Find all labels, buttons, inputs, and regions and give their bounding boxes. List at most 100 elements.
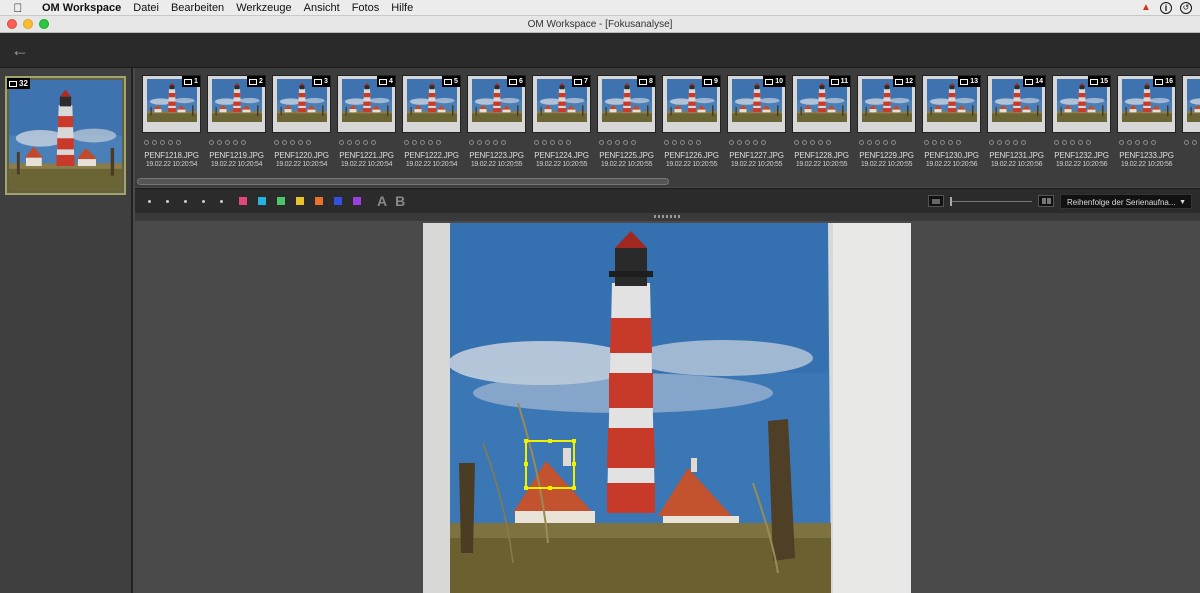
color-label-swatch-1[interactable] bbox=[239, 197, 247, 205]
menu-app[interactable]: OM Workspace bbox=[36, 0, 127, 16]
rating-circle[interactable] bbox=[599, 140, 604, 145]
rating-circle[interactable] bbox=[891, 140, 896, 145]
rating-circle[interactable] bbox=[1078, 140, 1083, 145]
rating-circle[interactable] bbox=[1184, 140, 1189, 145]
rating-circle[interactable] bbox=[355, 140, 360, 145]
frame-thumbnail[interactable]: 10 bbox=[727, 75, 786, 133]
filmstrip-frame[interactable]: 12 PENF1229.JPG 19.02.22 10:20:55 bbox=[857, 75, 916, 168]
frame-thumbnail[interactable]: 6 bbox=[467, 75, 526, 133]
rating-circle[interactable] bbox=[363, 140, 368, 145]
rating-circle[interactable] bbox=[558, 140, 563, 145]
rating-circle[interactable] bbox=[144, 140, 149, 145]
rating-dot-1[interactable] bbox=[148, 199, 151, 203]
rating-circle[interactable] bbox=[225, 140, 230, 145]
rating-circle[interactable] bbox=[306, 140, 311, 145]
filmstrip-frame[interactable]: 9 PENF1226.JPG 19.02.22 10:20:55 bbox=[662, 75, 721, 168]
thumbnail-size-slider[interactable] bbox=[950, 196, 1032, 206]
frame-thumbnail[interactable]: 8 bbox=[597, 75, 656, 133]
focus-point-frame[interactable] bbox=[524, 439, 576, 490]
color-label-swatch-5[interactable] bbox=[315, 197, 323, 205]
rating-circle[interactable] bbox=[1005, 140, 1010, 145]
frame-thumbnail[interactable]: 14 bbox=[987, 75, 1046, 133]
menu-ansicht[interactable]: Ansicht bbox=[298, 0, 346, 16]
frame-thumbnail[interactable]: 5 bbox=[402, 75, 461, 133]
rating-circle[interactable] bbox=[1070, 140, 1075, 145]
menu-hilfe[interactable]: Hilfe bbox=[385, 0, 419, 16]
frame-thumbnail[interactable]: 9 bbox=[662, 75, 721, 133]
rating-circle[interactable] bbox=[1192, 140, 1197, 145]
filmstrip-frame[interactable]: 3 PENF1220.JPG 19.02.22 10:20:54 bbox=[272, 75, 331, 168]
rating-circle[interactable] bbox=[672, 140, 677, 145]
rating-circle[interactable] bbox=[859, 140, 864, 145]
rating-circle[interactable] bbox=[615, 140, 620, 145]
rating-dot-3[interactable] bbox=[184, 199, 187, 203]
rating-dot-5[interactable] bbox=[220, 199, 223, 203]
rating-circle[interactable] bbox=[274, 140, 279, 145]
rating-circle[interactable] bbox=[542, 140, 547, 145]
panel-splitter[interactable] bbox=[135, 213, 1200, 221]
color-label-swatch-4[interactable] bbox=[296, 197, 304, 205]
frame-thumbnail[interactable]: 3 bbox=[272, 75, 331, 133]
rating-circle[interactable] bbox=[631, 140, 636, 145]
single-view-icon[interactable] bbox=[928, 195, 944, 207]
frame-thumbnail[interactable]: 7 bbox=[532, 75, 591, 133]
rating-circle[interactable] bbox=[1013, 140, 1018, 145]
close-window-button[interactable] bbox=[7, 19, 17, 29]
apple-icon[interactable]:  bbox=[0, 1, 36, 15]
filmstrip-frame[interactable]: 6 PENF1223.JPG 19.02.22 10:20:55 bbox=[467, 75, 526, 168]
slider-knob[interactable] bbox=[950, 196, 952, 206]
rating-circle[interactable] bbox=[956, 140, 961, 145]
rating-circle[interactable] bbox=[753, 140, 758, 145]
rating-circle[interactable] bbox=[761, 140, 766, 145]
filmstrip-frame[interactable]: 8 PENF1225.JPG 19.02.22 10:20:55 bbox=[597, 75, 656, 168]
filmstrip-frame[interactable]: 16 PENF1233.JPG 19.02.22 10:20:56 bbox=[1117, 75, 1176, 168]
sort-order-dropdown[interactable]: Reihenfolge der Serienaufna... ▼ bbox=[1060, 193, 1192, 209]
info-icon[interactable]: i bbox=[1160, 1, 1172, 14]
frame-thumbnail[interactable]: 1 bbox=[142, 75, 201, 133]
rating-circle[interactable] bbox=[339, 140, 344, 145]
filmstrip-frame[interactable]: PENF19.0 bbox=[1182, 75, 1200, 168]
rating-circle[interactable] bbox=[802, 140, 807, 145]
filmstrip-frame[interactable]: 11 PENF1228.JPG 19.02.22 10:20:55 bbox=[792, 75, 851, 168]
rating-circle[interactable] bbox=[160, 140, 165, 145]
frame-thumbnail[interactable]: 2 bbox=[207, 75, 266, 133]
filmstrip-frame[interactable]: 5 PENF1222.JPG 19.02.22 10:20:54 bbox=[402, 75, 461, 168]
time-machine-icon[interactable]: ↺ bbox=[1180, 1, 1192, 14]
rating-circle[interactable] bbox=[948, 140, 953, 145]
rating-circle[interactable] bbox=[534, 140, 539, 145]
rating-circle[interactable] bbox=[1143, 140, 1148, 145]
filmstrip-frame[interactable]: 15 PENF1232.JPG 19.02.22 10:20:56 bbox=[1052, 75, 1111, 168]
rating-circle[interactable] bbox=[282, 140, 287, 145]
rating-circle[interactable] bbox=[566, 140, 571, 145]
rating-circle[interactable] bbox=[469, 140, 474, 145]
rating-circle[interactable] bbox=[501, 140, 506, 145]
rating-circle[interactable] bbox=[428, 140, 433, 145]
rating-circle[interactable] bbox=[607, 140, 612, 145]
alert-icon[interactable]: ▲ bbox=[1140, 2, 1152, 14]
filmstrip-frame[interactable]: 7 PENF1224.JPG 19.02.22 10:20:55 bbox=[532, 75, 591, 168]
rating-circle[interactable] bbox=[940, 140, 945, 145]
rating-circle[interactable] bbox=[664, 140, 669, 145]
rating-circle[interactable] bbox=[818, 140, 823, 145]
rating-circle[interactable] bbox=[1151, 140, 1156, 145]
rating-circle[interactable] bbox=[1135, 140, 1140, 145]
frame-thumbnail[interactable]: 4 bbox=[337, 75, 396, 133]
rating-circle[interactable] bbox=[1021, 140, 1026, 145]
rating-circle[interactable] bbox=[1062, 140, 1067, 145]
menu-bearbeiten[interactable]: Bearbeiten bbox=[165, 0, 230, 16]
rating-circle[interactable] bbox=[436, 140, 441, 145]
rating-circle[interactable] bbox=[932, 140, 937, 145]
rating-circle[interactable] bbox=[298, 140, 303, 145]
grid-view-icon[interactable] bbox=[1038, 195, 1054, 207]
frame-thumbnail[interactable]: 16 bbox=[1117, 75, 1176, 133]
rating-circle[interactable] bbox=[688, 140, 693, 145]
compare-a-button[interactable]: A bbox=[377, 193, 387, 209]
color-label-swatch-7[interactable] bbox=[353, 197, 361, 205]
rating-circle[interactable] bbox=[404, 140, 409, 145]
filmstrip-frame[interactable]: 4 PENF1221.JPG 19.02.22 10:20:54 bbox=[337, 75, 396, 168]
rating-circle[interactable] bbox=[1119, 140, 1124, 145]
rating-circle[interactable] bbox=[810, 140, 815, 145]
color-label-swatch-2[interactable] bbox=[258, 197, 266, 205]
rating-circle[interactable] bbox=[168, 140, 173, 145]
color-label-swatch-6[interactable] bbox=[334, 197, 342, 205]
